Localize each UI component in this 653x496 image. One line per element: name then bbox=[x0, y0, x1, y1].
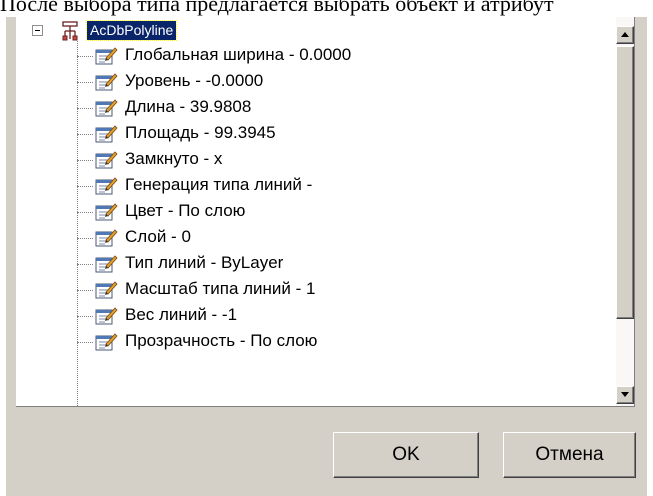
property-edit-icon bbox=[95, 281, 118, 299]
tree-item-label: Генерация типа линий - bbox=[125, 175, 313, 194]
tree-item[interactable]: Длина - 39.9808 bbox=[77, 95, 557, 121]
tree-connector-line bbox=[77, 264, 93, 265]
tree-item-label: Длина - 39.9808 bbox=[125, 97, 252, 116]
class-structure-icon bbox=[62, 21, 78, 41]
tree-connector-line bbox=[77, 316, 93, 317]
property-edit-icon bbox=[95, 203, 118, 221]
property-edit-icon bbox=[95, 333, 118, 351]
property-edit-icon bbox=[95, 73, 118, 91]
tree-connector-line bbox=[77, 290, 93, 291]
tree-item[interactable]: Вес линий - -1 bbox=[77, 303, 557, 329]
collapse-toggle-icon[interactable] bbox=[32, 25, 43, 36]
ok-button[interactable]: OK bbox=[333, 432, 479, 478]
arrow-up-icon bbox=[621, 32, 629, 37]
arrow-down-icon bbox=[621, 392, 629, 397]
property-edit-icon bbox=[95, 229, 118, 247]
property-edit-icon bbox=[95, 99, 118, 117]
tree-item-label: Площадь - 99.3945 bbox=[125, 123, 276, 142]
tree-connector-line bbox=[77, 160, 93, 161]
tree-connector-line bbox=[77, 82, 93, 83]
tree-item[interactable]: Цвет - По слою bbox=[77, 199, 557, 225]
tree-item[interactable]: Замкнуто - x bbox=[77, 147, 557, 173]
cancel-button[interactable]: Отмена bbox=[503, 432, 636, 478]
tree-item-label: Прозрачность - По слою bbox=[125, 331, 318, 350]
tree-connector-line bbox=[77, 212, 93, 213]
scroll-down-button[interactable] bbox=[616, 386, 634, 404]
tree-connector-line bbox=[77, 108, 93, 109]
tree-item-label: Вес линий - -1 bbox=[125, 305, 238, 324]
property-edit-icon bbox=[95, 151, 118, 169]
tree-item-label: Масштаб типа линий - 1 bbox=[125, 279, 316, 298]
tree-item-label: Цвет - По слою bbox=[125, 201, 246, 220]
tree-connector-line bbox=[77, 342, 93, 343]
vertical-scrollbar[interactable] bbox=[616, 17, 634, 406]
select-attribute-dialog: AcDbPolyline Глобальная ширина - 0.0000 У… bbox=[6, 17, 647, 496]
tree-item-label: Замкнуто - x bbox=[125, 149, 223, 168]
tree-root-acdbpolyline[interactable]: AcDbPolyline bbox=[85, 20, 178, 41]
tree-item-label: Слой - 0 bbox=[125, 227, 191, 246]
tree-connector-line bbox=[77, 134, 93, 135]
tree-item[interactable]: Масштаб типа линий - 1 bbox=[77, 277, 557, 303]
tree-item[interactable]: Прозрачность - По слою bbox=[77, 329, 557, 355]
tree-connector-line bbox=[77, 56, 93, 57]
tree-connector-line bbox=[77, 186, 93, 187]
tree-item-label: Тип линий - ByLayer bbox=[125, 253, 284, 272]
instruction-caption: После выбора типа предлагается выбрать о… bbox=[0, 0, 554, 16]
object-attribute-tree[interactable]: AcDbPolyline Глобальная ширина - 0.0000 У… bbox=[16, 17, 635, 407]
tree-item[interactable]: Глобальная ширина - 0.0000 bbox=[77, 43, 557, 69]
scroll-thumb[interactable] bbox=[616, 46, 634, 319]
tree-item[interactable]: Генерация типа линий - bbox=[77, 173, 557, 199]
property-edit-icon bbox=[95, 47, 118, 65]
tree-item-label: Уровень - -0.0000 bbox=[125, 71, 264, 90]
property-edit-icon bbox=[95, 125, 118, 143]
tree-item[interactable]: Тип линий - ByLayer bbox=[77, 251, 557, 277]
tree-item[interactable]: Уровень - -0.0000 bbox=[77, 69, 557, 95]
tree-item-label: Глобальная ширина - 0.0000 bbox=[125, 45, 352, 64]
property-edit-icon bbox=[95, 307, 118, 325]
tree-connector-line bbox=[77, 238, 93, 239]
scroll-up-button[interactable] bbox=[616, 26, 634, 44]
tree-item[interactable]: Площадь - 99.3945 bbox=[77, 121, 557, 147]
tree-item[interactable]: Слой - 0 bbox=[77, 225, 557, 251]
property-edit-icon bbox=[95, 255, 118, 273]
property-edit-icon bbox=[95, 177, 118, 195]
